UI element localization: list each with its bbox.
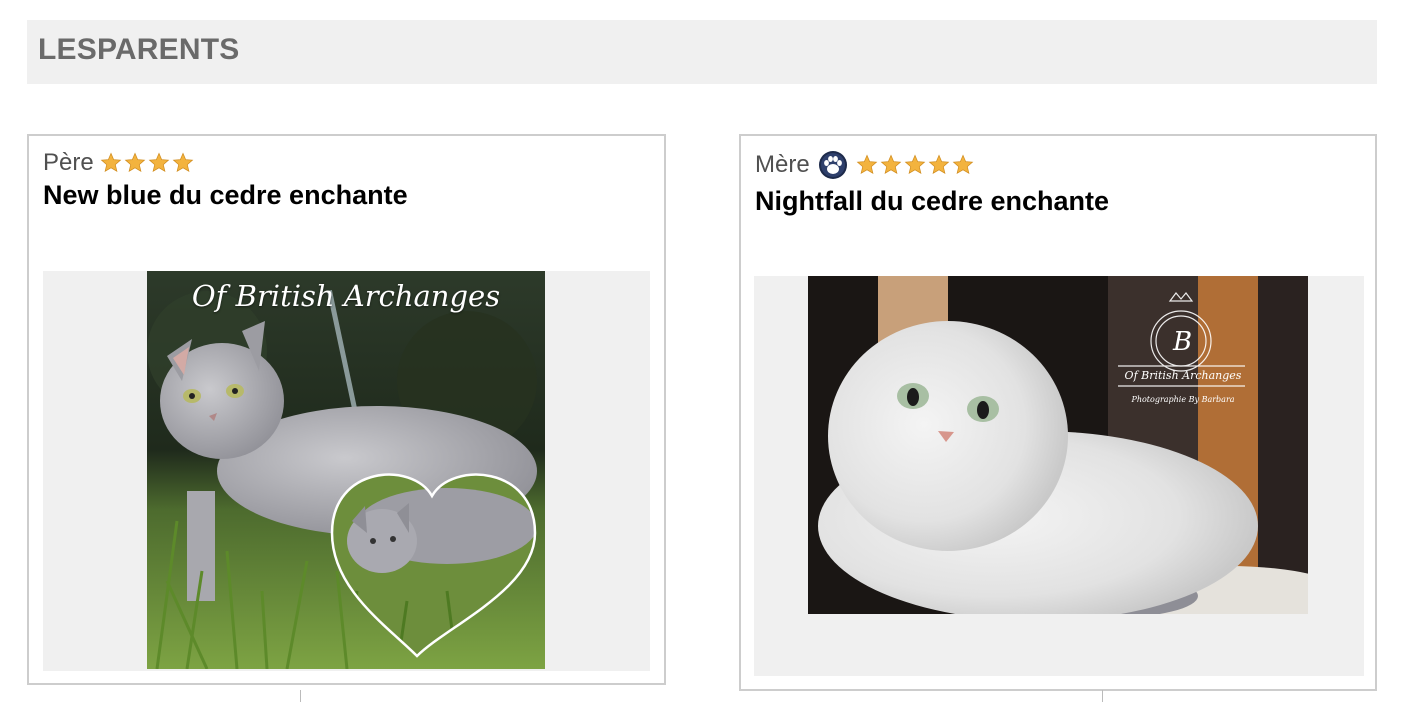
mother-rating	[856, 154, 976, 176]
star-icon	[172, 152, 194, 173]
mother-card: Mère Nightfall du cedre enchante B Of Br…	[739, 134, 1377, 691]
star-icon	[124, 152, 146, 173]
father-role-label: Père	[43, 149, 94, 176]
mother-photo-credit: Photographie By Barbara	[1131, 395, 1235, 404]
star-icon	[856, 154, 878, 175]
paw-icon	[818, 151, 847, 179]
divider-tick-right	[1102, 690, 1103, 702]
star-icon	[148, 152, 170, 173]
father-photo-watermark: Of British Archanges	[191, 279, 501, 313]
star-icon	[952, 154, 974, 175]
father-card: Père New blue du cedre enchante Of Briti…	[27, 134, 666, 685]
father-photo-area: Of British Archanges	[43, 271, 650, 671]
mother-role-label: Mère	[755, 151, 810, 178]
mother-name[interactable]: Nightfall du cedre enchante	[755, 186, 1109, 217]
father-role-line: Père	[43, 149, 196, 177]
mother-watermark-monogram: B	[1172, 327, 1192, 357]
mother-photo-area: B Of British Archanges Photographie By B…	[754, 276, 1364, 676]
star-icon	[904, 154, 926, 175]
divider-tick-left	[300, 690, 301, 702]
father-photo[interactable]: Of British Archanges	[147, 271, 545, 669]
star-icon	[928, 154, 950, 175]
mother-photo[interactable]: B Of British Archanges Photographie By B…	[808, 276, 1308, 614]
mother-photo-watermark: Of British Archanges	[1124, 369, 1242, 382]
section-title: LESPARENTS	[38, 33, 240, 66]
star-icon	[880, 154, 902, 175]
father-name[interactable]: New blue du cedre enchante	[43, 180, 408, 211]
father-rating	[100, 152, 196, 174]
section-header: LESPARENTS	[27, 20, 1377, 84]
mother-role-line: Mère	[755, 150, 976, 180]
star-icon	[100, 152, 122, 173]
